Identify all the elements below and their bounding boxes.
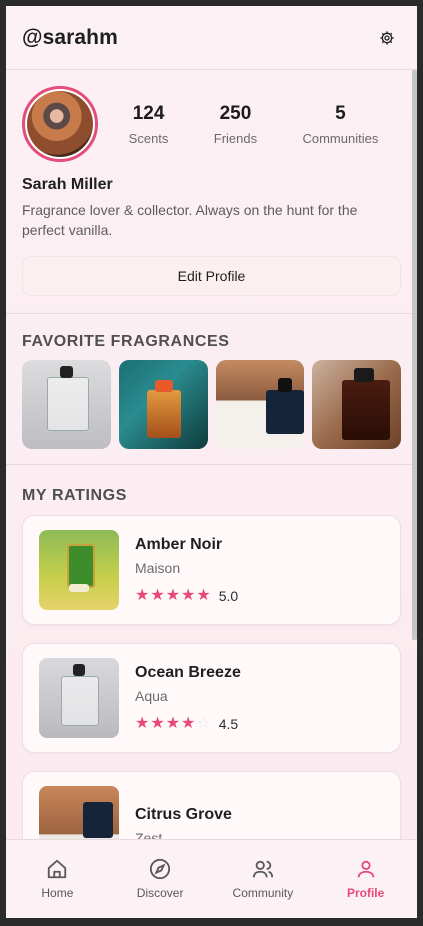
rating-card-citrus-grove[interactable]: Citrus Grove Zest bbox=[22, 771, 401, 840]
rating-value: 5.0 bbox=[218, 588, 239, 604]
avatar[interactable] bbox=[22, 86, 98, 162]
divider bbox=[6, 313, 417, 314]
fragrance-thumbnail bbox=[39, 658, 119, 738]
star-icon: ★ bbox=[135, 587, 150, 604]
stat-label: Communities bbox=[302, 130, 379, 146]
favorite-fragrance-3[interactable] bbox=[215, 360, 305, 449]
top-bar: @sarahm bbox=[6, 6, 417, 70]
fragrance-name: Citrus Grove bbox=[135, 806, 232, 823]
profile-name: Sarah Miller bbox=[22, 176, 113, 193]
rating-card-ocean-breeze[interactable]: Ocean Breeze Aqua ★ ★ ★ ★ ☆ 4.5 bbox=[22, 643, 401, 753]
profile-handle: @sarahm bbox=[22, 25, 118, 49]
star-icon: ★ bbox=[165, 715, 181, 732]
divider bbox=[6, 464, 417, 465]
tab-home[interactable]: Home bbox=[6, 840, 109, 918]
star-icon: ★ bbox=[165, 587, 181, 604]
edit-profile-button[interactable]: Edit Profile bbox=[22, 256, 401, 296]
stat-friends[interactable]: 250 Friends bbox=[214, 103, 257, 146]
stat-value: 5 bbox=[335, 102, 346, 124]
profile-bio: Fragrance lover & collector. Always on t… bbox=[22, 202, 358, 238]
fragrance-thumbnail bbox=[39, 786, 119, 840]
stat-scents[interactable]: 124 Scents bbox=[129, 103, 169, 146]
stat-label: Friends bbox=[213, 130, 258, 146]
rating-value: 4.5 bbox=[218, 716, 239, 732]
fragrance-name: Amber Noir bbox=[135, 536, 223, 553]
fragrance-brand: Maison bbox=[135, 560, 181, 576]
favorites-title: FAVORITE FRAGRANCES bbox=[22, 333, 230, 350]
profile-content[interactable]: 124 Scents 250 Friends 5 Communities Sar… bbox=[6, 70, 417, 840]
bottom-tab-bar: Home Discover Community Profile bbox=[6, 839, 417, 918]
stat-value: 124 bbox=[132, 102, 165, 124]
profile-stats: 124 Scents 250 Friends 5 Communities bbox=[106, 103, 401, 146]
stat-value: 250 bbox=[219, 102, 252, 124]
fragrance-name: Ocean Breeze bbox=[135, 664, 241, 681]
tab-label: Community bbox=[232, 886, 294, 900]
stat-communities[interactable]: 5 Communities bbox=[302, 103, 378, 146]
ratings-title: MY RATINGS bbox=[22, 487, 127, 504]
tab-label: Discover bbox=[136, 886, 184, 900]
favorites-row bbox=[6, 360, 417, 449]
tab-label: Home bbox=[41, 886, 74, 900]
star-outline-icon: ☆ bbox=[196, 715, 211, 732]
app-frame: @sarahm 124 Scents 250 Friends 5 Communi… bbox=[6, 6, 417, 918]
scrollbar[interactable] bbox=[412, 70, 417, 640]
fragrance-brand: Aqua bbox=[135, 688, 168, 704]
favorite-fragrance-2[interactable] bbox=[118, 360, 208, 449]
favorite-fragrance-4[interactable] bbox=[312, 360, 401, 449]
star-icon: ★ bbox=[181, 715, 196, 732]
stat-label: Scents bbox=[128, 130, 169, 146]
gear-icon bbox=[380, 30, 394, 45]
tab-label: Profile bbox=[346, 886, 385, 900]
favorite-fragrance-1[interactable] bbox=[22, 360, 111, 449]
tab-discover[interactable]: Discover bbox=[109, 840, 212, 918]
star-rating: ★ ★ ★ ★ ★ 5.0 bbox=[135, 587, 239, 605]
user-icon bbox=[357, 860, 374, 878]
star-rating: ★ ★ ★ ★ ☆ 4.5 bbox=[135, 715, 241, 733]
star-icon: ★ bbox=[196, 587, 211, 604]
home-icon bbox=[48, 859, 67, 879]
rating-card-amber-noir[interactable]: Amber Noir Maison ★ ★ ★ ★ ★ 5.0 bbox=[22, 515, 401, 625]
tab-profile[interactable]: Profile bbox=[314, 840, 417, 918]
settings-button[interactable] bbox=[373, 24, 401, 52]
users-icon bbox=[252, 860, 273, 878]
compass-icon bbox=[150, 858, 171, 880]
star-icon: ★ bbox=[150, 715, 165, 732]
tab-community[interactable]: Community bbox=[212, 840, 315, 918]
star-icon: ★ bbox=[181, 587, 196, 604]
fragrance-thumbnail bbox=[39, 530, 119, 610]
star-icon: ★ bbox=[150, 587, 165, 604]
star-icon: ★ bbox=[135, 715, 150, 732]
profile-summary: 124 Scents 250 Friends 5 Communities bbox=[6, 70, 417, 162]
